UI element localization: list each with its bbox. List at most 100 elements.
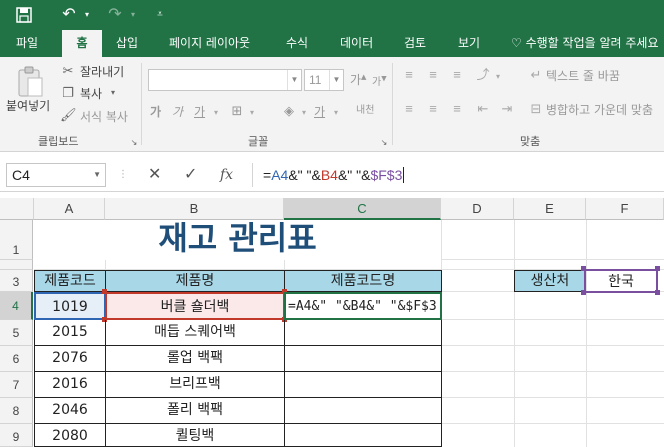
save-icon[interactable] [14,4,34,26]
italic-button[interactable]: 가 [172,103,183,120]
formula-input[interactable]: =A4&" "&B4&" "&$F$3 [252,163,664,187]
more-icon: ⋮ [118,169,128,180]
cell-a5[interactable]: 2015 [34,320,106,346]
undo-icon[interactable]: ↶ [58,4,80,26]
grow-font-button[interactable]: 가▲ [350,71,366,88]
cell-c7[interactable] [284,372,442,398]
customize-qat-icon[interactable]: ⩡ [152,4,168,26]
header-cell-name[interactable]: 제품명 [105,270,285,292]
column-header-f[interactable]: F [586,198,664,220]
row-header-3[interactable]: 3 [0,270,33,292]
font-name-combo[interactable]: ▼ [148,69,302,91]
clipboard-launcher-icon[interactable]: ↘ [130,135,138,151]
cell-b8[interactable]: 폴리 백팩 [105,398,285,424]
increase-indent-icon[interactable]: ⇥ [498,101,516,117]
tab-data[interactable]: 데이터 [334,30,379,57]
cell-a9[interactable]: 2080 [34,424,106,447]
align-middle-icon[interactable]: ≡ [424,67,442,83]
select-all-corner[interactable] [0,198,34,220]
cell-a4[interactable]: 1019 [34,292,106,320]
cell-a8[interactable]: 2046 [34,398,106,424]
header-cell-codename[interactable]: 제품코드명 [284,270,442,292]
align-center-icon[interactable]: ≡ [424,101,442,117]
tab-file[interactable]: 파일 [10,30,44,57]
cell-c6[interactable] [284,346,442,372]
excel-window: ↶ ▾ ↷ ▾ ⩡ 파일 홈 삽입 페이지 레이아웃 수식 데이터 검토 보기 … [0,0,664,447]
wrap-text-button[interactable]: 텍스트 줄 바꿈 [546,67,620,84]
row-header-9[interactable]: 9 [0,424,33,447]
cell-b9[interactable]: 퀼팅백 [105,424,285,447]
align-top-icon[interactable]: ≡ [400,67,418,83]
orientation-dropdown-icon[interactable]: ▾ [494,69,502,85]
enter-icon[interactable]: ✓ [184,166,197,184]
align-right-icon[interactable]: ≡ [448,101,466,117]
merge-center-button[interactable]: 병합하고 가운데 맞춤 [546,101,653,118]
header-cell-code[interactable]: 제품코드 [34,270,106,292]
decrease-indent-icon[interactable]: ⇤ [474,101,492,117]
row-header-5[interactable]: 5 [0,320,33,346]
underline-button[interactable]: 가 [194,103,205,120]
row-header-8[interactable]: 8 [0,398,33,424]
row-header-6[interactable]: 6 [0,346,33,372]
gridline [514,220,515,447]
cell-a6[interactable]: 2076 [34,346,106,372]
insert-function-icon[interactable]: fx [220,166,233,184]
phonetic-button[interactable]: 내천 [356,101,374,116]
chevron-down-icon[interactable]: ▼ [93,164,101,186]
name-box[interactable]: C4 ▼ [6,163,106,187]
group-divider [141,63,142,145]
cell-a7[interactable]: 2016 [34,372,106,398]
align-bottom-icon[interactable]: ≡ [448,67,466,83]
font-launcher-icon[interactable]: ↘ [380,135,388,151]
cell-c8[interactable] [284,398,442,424]
tab-review[interactable]: 검토 [398,30,432,57]
font-size-combo[interactable]: 11 ▼ [304,69,344,91]
tell-me-box[interactable]: ♡ 수행할 작업을 알려 주세요 [505,30,664,57]
cut-button[interactable]: 잘라내기 [80,63,124,80]
column-header-e[interactable]: E [514,198,586,220]
borders-icon[interactable]: ⊞ [228,103,246,119]
copy-button[interactable]: 복사 [80,85,102,102]
shrink-font-button[interactable]: 가▼ [372,73,387,88]
align-left-icon[interactable]: ≡ [400,101,418,117]
cell-c5[interactable] [284,320,442,346]
orientation-icon[interactable]: ⤴ [474,67,492,83]
origin-label-cell[interactable]: 생산처 [514,270,586,292]
underline-dropdown-icon[interactable]: ▾ [212,105,220,121]
font-color-dropdown-icon[interactable]: ▾ [332,105,340,121]
tab-view[interactable]: 보기 [452,30,486,57]
redo-dropdown-icon[interactable]: ▾ [128,4,138,26]
tab-insert[interactable]: 삽입 [110,30,144,57]
cell-c4-editing[interactable]: =A4&" "&B4&" "&$F$3 [284,292,442,320]
column-header-b[interactable]: B [105,198,284,220]
row-header-1[interactable]: 1 [0,220,33,260]
cancel-icon[interactable]: ✕ [148,166,161,184]
paste-icon[interactable] [16,65,44,99]
fill-dropdown-icon[interactable]: ▾ [300,105,308,121]
undo-dropdown-icon[interactable]: ▾ [82,4,92,26]
format-painter-button[interactable]: 서식 복사 [80,108,128,125]
row-header-4[interactable]: 4 [0,292,33,320]
tab-home[interactable]: 홈 [62,30,102,57]
sheet-title[interactable]: 재고 관리표 [34,220,441,260]
borders-dropdown-icon[interactable]: ▾ [248,105,256,121]
cell-b4[interactable]: 버클 숄더백 [105,292,285,320]
tab-formulas[interactable]: 수식 [280,30,314,57]
bold-button[interactable]: 가 [150,103,161,120]
cell-b6[interactable]: 롤업 백팩 [105,346,285,372]
redo-icon[interactable]: ↷ [104,4,126,26]
cell-c9[interactable] [284,424,442,447]
row-header-2[interactable] [0,260,33,270]
fill-color-icon[interactable]: ◈ [280,103,298,119]
column-header-c[interactable]: C [284,198,441,220]
cell-b7[interactable]: 브리프백 [105,372,285,398]
cell-b5[interactable]: 매듭 스퀘어백 [105,320,285,346]
origin-value-cell[interactable]: 한국 [584,269,658,293]
paste-button[interactable]: 붙여넣기 [6,97,50,114]
column-header-d[interactable]: D [441,198,514,220]
tab-page-layout[interactable]: 페이지 레이아웃 [163,30,256,57]
column-header-a[interactable]: A [34,198,105,220]
copy-dropdown-icon[interactable]: ▾ [108,85,118,101]
font-color-button[interactable]: 가 [314,103,325,120]
row-header-7[interactable]: 7 [0,372,33,398]
